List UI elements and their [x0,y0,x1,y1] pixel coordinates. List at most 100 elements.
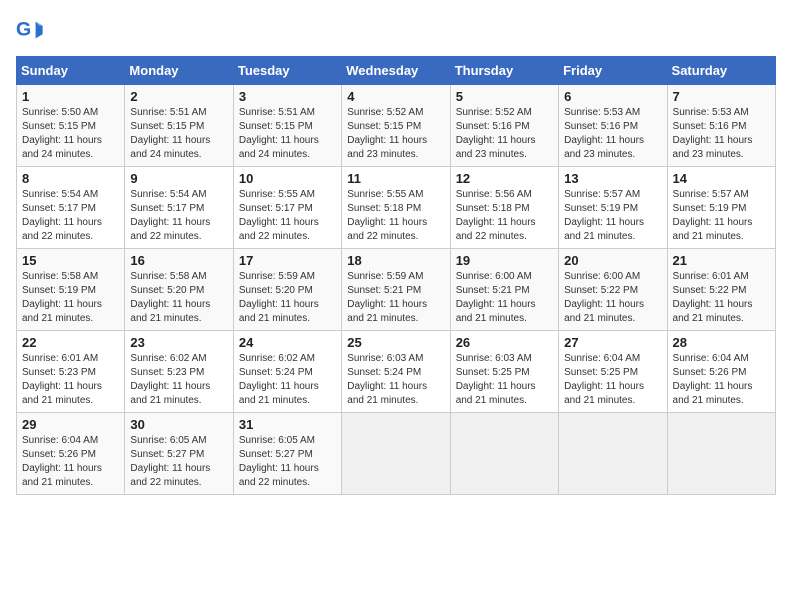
day-number: 27 [564,335,661,350]
day-number: 16 [130,253,227,268]
day-info: Sunrise: 5:51 AM Sunset: 5:15 PM Dayligh… [130,106,227,162]
calendar-cell: 17 Sunrise: 5:59 AM Sunset: 5:20 PM Dayl… [233,249,341,331]
day-info: Sunrise: 5:51 AM Sunset: 5:15 PM Dayligh… [239,106,336,162]
day-number: 11 [347,171,444,186]
calendar-cell: 21 Sunrise: 6:01 AM Sunset: 5:22 PM Dayl… [667,249,775,331]
calendar-cell: 25 Sunrise: 6:03 AM Sunset: 5:24 PM Dayl… [342,331,450,413]
calendar-week-row: 22 Sunrise: 6:01 AM Sunset: 5:23 PM Dayl… [17,331,776,413]
day-info: Sunrise: 6:02 AM Sunset: 5:24 PM Dayligh… [239,352,336,408]
day-number: 31 [239,417,336,432]
day-info: Sunrise: 5:52 AM Sunset: 5:16 PM Dayligh… [456,106,553,162]
calendar-cell [450,413,558,495]
calendar-cell: 19 Sunrise: 6:00 AM Sunset: 5:21 PM Dayl… [450,249,558,331]
weekday-header: Tuesday [233,57,341,85]
day-info: Sunrise: 6:04 AM Sunset: 5:25 PM Dayligh… [564,352,661,408]
logo-icon: G [16,16,44,44]
calendar-cell: 26 Sunrise: 6:03 AM Sunset: 5:25 PM Dayl… [450,331,558,413]
day-info: Sunrise: 5:55 AM Sunset: 5:18 PM Dayligh… [347,188,444,244]
day-info: Sunrise: 5:59 AM Sunset: 5:20 PM Dayligh… [239,270,336,326]
day-number: 25 [347,335,444,350]
day-info: Sunrise: 5:52 AM Sunset: 5:15 PM Dayligh… [347,106,444,162]
day-number: 19 [456,253,553,268]
day-info: Sunrise: 6:05 AM Sunset: 5:27 PM Dayligh… [239,434,336,490]
day-number: 29 [22,417,119,432]
day-number: 1 [22,89,119,104]
calendar-table: SundayMondayTuesdayWednesdayThursdayFrid… [16,56,776,495]
calendar-cell: 2 Sunrise: 5:51 AM Sunset: 5:15 PM Dayli… [125,85,233,167]
day-number: 21 [673,253,770,268]
day-info: Sunrise: 6:03 AM Sunset: 5:24 PM Dayligh… [347,352,444,408]
svg-text:G: G [16,19,31,41]
calendar-cell: 22 Sunrise: 6:01 AM Sunset: 5:23 PM Dayl… [17,331,125,413]
day-number: 8 [22,171,119,186]
day-number: 5 [456,89,553,104]
day-number: 7 [673,89,770,104]
calendar-week-row: 29 Sunrise: 6:04 AM Sunset: 5:26 PM Dayl… [17,413,776,495]
day-number: 6 [564,89,661,104]
day-number: 28 [673,335,770,350]
calendar-cell: 27 Sunrise: 6:04 AM Sunset: 5:25 PM Dayl… [559,331,667,413]
day-number: 9 [130,171,227,186]
header-row: SundayMondayTuesdayWednesdayThursdayFrid… [17,57,776,85]
calendar-cell: 30 Sunrise: 6:05 AM Sunset: 5:27 PM Dayl… [125,413,233,495]
calendar-cell: 11 Sunrise: 5:55 AM Sunset: 5:18 PM Dayl… [342,167,450,249]
day-info: Sunrise: 5:55 AM Sunset: 5:17 PM Dayligh… [239,188,336,244]
day-info: Sunrise: 6:00 AM Sunset: 5:22 PM Dayligh… [564,270,661,326]
day-info: Sunrise: 5:58 AM Sunset: 5:19 PM Dayligh… [22,270,119,326]
day-info: Sunrise: 5:56 AM Sunset: 5:18 PM Dayligh… [456,188,553,244]
calendar-cell [342,413,450,495]
calendar-cell: 1 Sunrise: 5:50 AM Sunset: 5:15 PM Dayli… [17,85,125,167]
calendar-cell: 13 Sunrise: 5:57 AM Sunset: 5:19 PM Dayl… [559,167,667,249]
day-number: 30 [130,417,227,432]
logo: G [16,16,48,44]
calendar-cell: 15 Sunrise: 5:58 AM Sunset: 5:19 PM Dayl… [17,249,125,331]
day-number: 10 [239,171,336,186]
day-info: Sunrise: 6:01 AM Sunset: 5:22 PM Dayligh… [673,270,770,326]
day-info: Sunrise: 6:00 AM Sunset: 5:21 PM Dayligh… [456,270,553,326]
weekday-header: Sunday [17,57,125,85]
day-number: 3 [239,89,336,104]
day-number: 4 [347,89,444,104]
calendar-cell: 14 Sunrise: 5:57 AM Sunset: 5:19 PM Dayl… [667,167,775,249]
day-info: Sunrise: 5:54 AM Sunset: 5:17 PM Dayligh… [130,188,227,244]
weekday-header: Thursday [450,57,558,85]
calendar-cell: 10 Sunrise: 5:55 AM Sunset: 5:17 PM Dayl… [233,167,341,249]
day-number: 20 [564,253,661,268]
day-info: Sunrise: 5:57 AM Sunset: 5:19 PM Dayligh… [673,188,770,244]
day-info: Sunrise: 6:01 AM Sunset: 5:23 PM Dayligh… [22,352,119,408]
calendar-cell: 5 Sunrise: 5:52 AM Sunset: 5:16 PM Dayli… [450,85,558,167]
day-number: 18 [347,253,444,268]
calendar-body: 1 Sunrise: 5:50 AM Sunset: 5:15 PM Dayli… [17,85,776,495]
calendar-cell: 3 Sunrise: 5:51 AM Sunset: 5:15 PM Dayli… [233,85,341,167]
calendar-cell: 9 Sunrise: 5:54 AM Sunset: 5:17 PM Dayli… [125,167,233,249]
calendar-cell: 23 Sunrise: 6:02 AM Sunset: 5:23 PM Dayl… [125,331,233,413]
calendar-cell: 8 Sunrise: 5:54 AM Sunset: 5:17 PM Dayli… [17,167,125,249]
day-number: 14 [673,171,770,186]
day-number: 23 [130,335,227,350]
day-info: Sunrise: 5:54 AM Sunset: 5:17 PM Dayligh… [22,188,119,244]
calendar-cell: 31 Sunrise: 6:05 AM Sunset: 5:27 PM Dayl… [233,413,341,495]
weekday-header: Saturday [667,57,775,85]
calendar-cell: 4 Sunrise: 5:52 AM Sunset: 5:15 PM Dayli… [342,85,450,167]
day-info: Sunrise: 5:58 AM Sunset: 5:20 PM Dayligh… [130,270,227,326]
day-info: Sunrise: 6:04 AM Sunset: 5:26 PM Dayligh… [673,352,770,408]
day-info: Sunrise: 6:03 AM Sunset: 5:25 PM Dayligh… [456,352,553,408]
calendar-cell [667,413,775,495]
calendar-cell [559,413,667,495]
day-info: Sunrise: 5:57 AM Sunset: 5:19 PM Dayligh… [564,188,661,244]
weekday-header: Wednesday [342,57,450,85]
calendar-cell: 20 Sunrise: 6:00 AM Sunset: 5:22 PM Dayl… [559,249,667,331]
calendar-cell: 6 Sunrise: 5:53 AM Sunset: 5:16 PM Dayli… [559,85,667,167]
weekday-header: Friday [559,57,667,85]
weekday-header: Monday [125,57,233,85]
day-info: Sunrise: 6:02 AM Sunset: 5:23 PM Dayligh… [130,352,227,408]
calendar-week-row: 8 Sunrise: 5:54 AM Sunset: 5:17 PM Dayli… [17,167,776,249]
header: G [16,16,776,44]
day-number: 13 [564,171,661,186]
day-number: 22 [22,335,119,350]
day-number: 2 [130,89,227,104]
day-info: Sunrise: 5:50 AM Sunset: 5:15 PM Dayligh… [22,106,119,162]
calendar-cell: 28 Sunrise: 6:04 AM Sunset: 5:26 PM Dayl… [667,331,775,413]
day-info: Sunrise: 5:53 AM Sunset: 5:16 PM Dayligh… [564,106,661,162]
calendar-cell: 16 Sunrise: 5:58 AM Sunset: 5:20 PM Dayl… [125,249,233,331]
